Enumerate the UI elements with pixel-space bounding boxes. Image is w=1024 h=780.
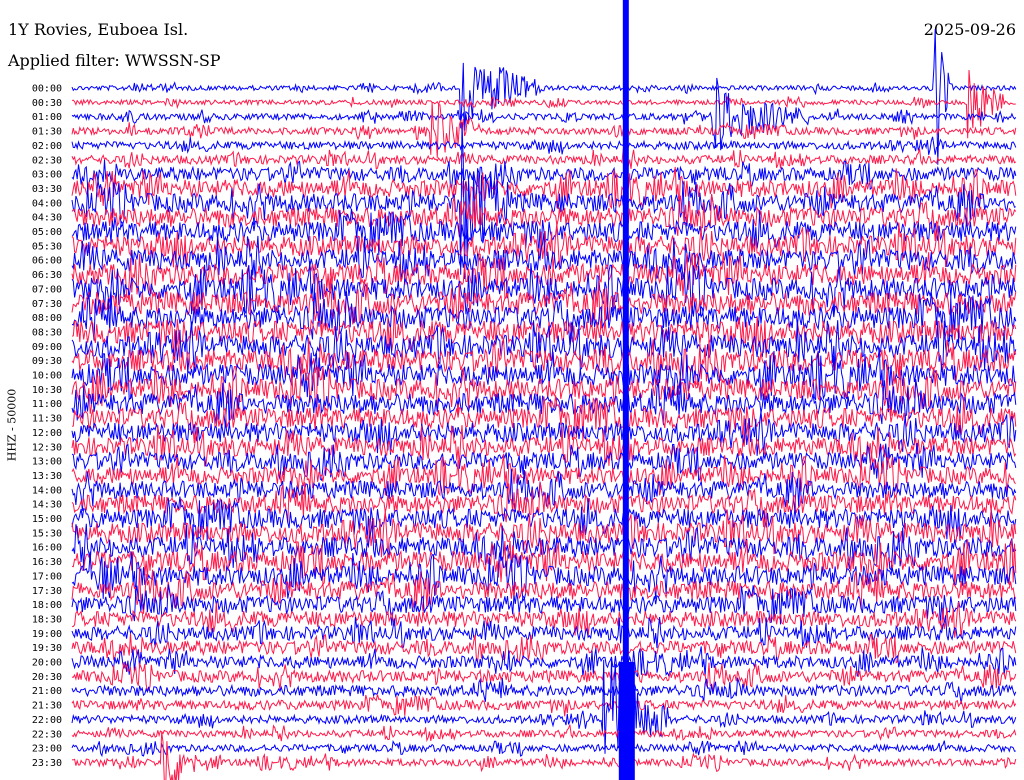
row-label: 12:30 — [32, 442, 62, 453]
row-label: 20:00 — [32, 658, 62, 669]
row-label: 16:30 — [32, 557, 62, 568]
trace-row-2100 — [71, 677, 1017, 705]
row-label: 17:30 — [32, 586, 62, 597]
row-label: 08:30 — [32, 327, 62, 338]
row-label: 00:30 — [32, 98, 62, 109]
row-label: 02:00 — [32, 141, 62, 152]
row-label: 02:30 — [32, 155, 62, 166]
row-label: 21:00 — [32, 686, 62, 697]
trace-row-0400 — [71, 122, 1016, 280]
row-label: 01:30 — [32, 127, 62, 138]
row-label: 05:30 — [32, 241, 62, 252]
row-label: 15:00 — [32, 514, 62, 525]
row-label: 03:00 — [32, 170, 62, 181]
row-label: 21:30 — [32, 701, 62, 712]
row-label: 20:30 — [32, 672, 62, 683]
trace-row-1830 — [71, 601, 1017, 638]
row-label: 09:00 — [32, 342, 62, 353]
row-label: 22:30 — [32, 729, 62, 740]
row-label: 07:30 — [32, 299, 62, 310]
trace-row-2130 — [71, 694, 1017, 717]
row-label: 04:30 — [32, 213, 62, 224]
trace-row-0200 — [71, 136, 1017, 155]
row-label: 03:30 — [32, 184, 62, 195]
row-label: 11:00 — [32, 399, 62, 410]
row-label: 19:30 — [32, 643, 62, 654]
row-label: 18:30 — [32, 614, 62, 625]
row-label: 23:00 — [32, 744, 62, 755]
trace-row-0230 — [71, 148, 1017, 170]
row-label: 12:00 — [32, 428, 62, 439]
row-label: 04:00 — [32, 198, 62, 209]
row-label: 09:30 — [32, 356, 62, 367]
row-label: 11:30 — [32, 414, 62, 425]
row-label: 06:30 — [32, 270, 62, 281]
row-label: 16:00 — [32, 543, 62, 554]
row-label: 19:00 — [32, 629, 62, 640]
row-label: 01:00 — [32, 112, 62, 123]
trace-row-2230 — [71, 724, 1017, 743]
traces-layer — [71, 0, 1017, 780]
row-label: 07:00 — [32, 284, 62, 295]
row-label: 14:00 — [32, 485, 62, 496]
row-label: 17:00 — [32, 571, 62, 582]
row-label: 08:00 — [32, 313, 62, 324]
helicorder-plot: 00:00 00:30 01:00 01:30 02:00 02:30 03:00 03:30… — [32, 0, 1017, 780]
row-label: 15:30 — [32, 528, 62, 539]
row-label: 00:00 — [32, 84, 62, 95]
row-label: 23:30 — [32, 758, 62, 769]
row-labels: 00:00 00:30 01:00 01:30 02:00 02:30 03:00 03:30… — [32, 84, 62, 769]
large-event-coda — [618, 662, 635, 780]
row-label: 14:30 — [32, 500, 62, 511]
row-label: 13:30 — [32, 471, 62, 482]
row-label: 10:00 — [32, 371, 62, 382]
trace-row-2030 — [71, 661, 1017, 693]
trace-row-0300 — [71, 159, 1017, 191]
row-label: 22:00 — [32, 715, 62, 726]
row-label: 06:00 — [32, 256, 62, 267]
row-label: 13:00 — [32, 457, 62, 468]
row-label: 18:00 — [32, 600, 62, 611]
trace-row-0030 — [71, 69, 1016, 139]
row-label: 10:30 — [32, 385, 62, 396]
trace-row-2330 — [71, 731, 1017, 780]
row-label: 05:00 — [32, 227, 62, 238]
trace-row-1500 — [71, 496, 1017, 543]
trace-row-2300 — [71, 739, 1016, 758]
